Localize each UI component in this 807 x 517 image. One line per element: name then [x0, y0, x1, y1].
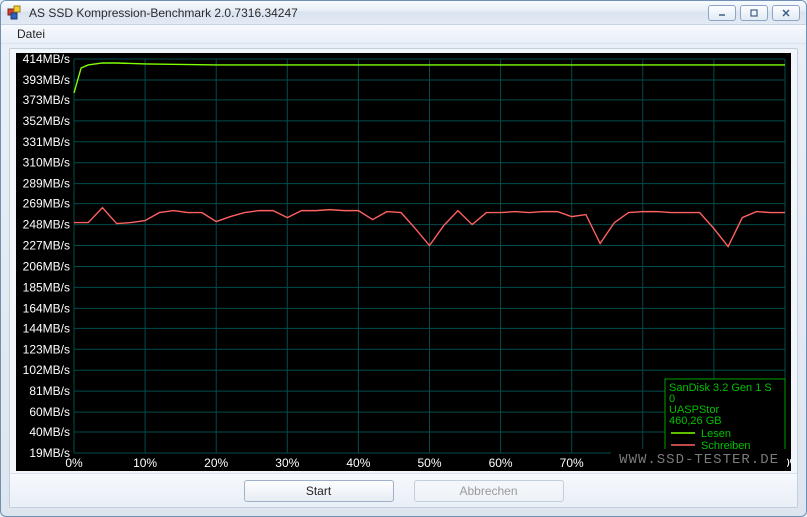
start-button[interactable]: Start: [244, 480, 394, 502]
close-button[interactable]: [772, 5, 800, 21]
y-tick-label: 144MB/s: [23, 321, 70, 335]
y-tick-label: 248MB/s: [23, 218, 70, 232]
cancel-button: Abbrechen: [414, 480, 564, 502]
app-window: AS SSD Kompression-Benchmark 2.0.7316.34…: [0, 0, 807, 517]
y-tick-label: 414MB/s: [23, 53, 70, 66]
y-tick-label: 102MB/s: [23, 363, 70, 377]
x-tick-label: 10%: [133, 456, 157, 470]
x-tick-label: 40%: [346, 456, 370, 470]
x-tick-label: 0%: [65, 456, 83, 470]
y-tick-label: 185MB/s: [23, 280, 70, 294]
x-tick-label: 30%: [275, 456, 299, 470]
legend-capacity: 460,26 GB: [669, 415, 722, 427]
titlebar: AS SSD Kompression-Benchmark 2.0.7316.34…: [1, 1, 806, 25]
chart-area: 19MB/s 40MB/s 60MB/s 81MB/s 102MB/s 123MB/s 14…: [16, 53, 791, 471]
x-tick-label: 20%: [204, 456, 228, 470]
client-area: 19MB/s 40MB/s 60MB/s 81MB/s 102MB/s 123MB/s 14…: [9, 48, 798, 508]
y-tick-label: 227MB/s: [23, 239, 70, 253]
legend-device: SanDisk 3.2 Gen 1 S: [669, 382, 772, 394]
y-tick-label: 19MB/s: [29, 446, 70, 460]
y-tick-label: 40MB/s: [29, 425, 70, 439]
y-tick-label: 352MB/s: [23, 114, 70, 128]
y-tick-label: 269MB/s: [23, 197, 70, 211]
maximize-button[interactable]: [740, 5, 768, 21]
y-tick-label: 310MB/s: [23, 156, 70, 170]
y-tick-label: 289MB/s: [23, 177, 70, 191]
y-tick-label: 373MB/s: [23, 93, 70, 107]
compression-chart: 19MB/s 40MB/s 60MB/s 81MB/s 102MB/s 123MB/s 14…: [16, 53, 791, 471]
menu-datei[interactable]: Datei: [9, 25, 53, 43]
y-tick-label: 60MB/s: [29, 405, 70, 419]
menubar: Datei: [1, 25, 806, 44]
minimize-button[interactable]: [708, 5, 736, 21]
y-tick-label: 123MB/s: [23, 342, 70, 356]
x-tick-label: 70%: [560, 456, 584, 470]
y-tick-label: 164MB/s: [23, 301, 70, 315]
legend-read: Lesen: [701, 428, 731, 440]
y-tick-label: 81MB/s: [29, 384, 70, 398]
y-tick-label: 206MB/s: [23, 259, 70, 273]
window-controls: [708, 5, 800, 21]
y-tick-label: 331MB/s: [23, 135, 70, 149]
window-title: AS SSD Kompression-Benchmark 2.0.7316.34…: [29, 6, 708, 20]
x-tick-label: 50%: [417, 456, 441, 470]
app-icon: [7, 5, 23, 21]
y-tick-label: 393MB/s: [23, 73, 70, 87]
watermark: www.ssd-tester.de: [611, 449, 787, 471]
button-row: Start Abbrechen: [10, 473, 797, 507]
x-tick-label: 60%: [489, 456, 513, 470]
